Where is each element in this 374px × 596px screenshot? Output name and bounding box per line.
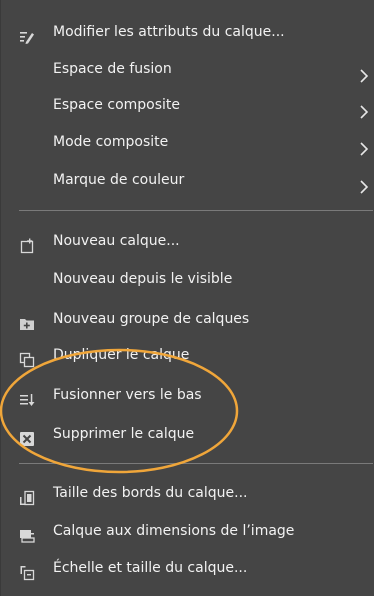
scale-layer-icon	[19, 560, 35, 581]
menu-item-new-from-visible[interactable]: Nouveau depuis le visible	[1, 262, 374, 296]
new-layer-group-icon	[19, 311, 35, 330]
edit-attributes-icon	[19, 24, 35, 44]
menu-item-blend-space[interactable]: Espace de fusion	[1, 52, 374, 86]
menu-item-edit-layer-attributes[interactable]: Modifier les attributs du calque...	[1, 15, 374, 49]
chevron-right-icon	[359, 135, 369, 156]
menu-item-composite-space[interactable]: Espace composite	[1, 88, 374, 122]
menu-item-label: Nouveau depuis le visible	[53, 271, 233, 287]
new-layer-icon	[19, 233, 35, 254]
chevron-right-icon	[359, 98, 369, 119]
menu-item-composite-mode[interactable]: Mode composite	[1, 125, 374, 159]
menu-item-color-tag[interactable]: Marque de couleur	[1, 163, 374, 197]
menu-item-label: Échelle et taille du calque...	[53, 560, 248, 576]
menu-item-label: Fusionner vers le bas	[53, 387, 202, 403]
menu-item-scale-layer[interactable]: Échelle et taille du calque...	[1, 551, 374, 585]
chevron-right-icon	[359, 62, 369, 83]
menu-separator	[19, 210, 373, 211]
menu-item-merge-down[interactable]: Fusionner vers le bas	[1, 378, 374, 412]
menu-separator	[19, 463, 373, 464]
menu-item-layer-to-image-size[interactable]: Calque aux dimensions de l’image	[1, 514, 374, 548]
menu-item-new-layer[interactable]: Nouveau calque...	[1, 224, 374, 258]
layer-context-menu: Modifier les attributs du calque... Espa…	[0, 0, 374, 596]
menu-item-label: Mode composite	[53, 134, 169, 150]
menu-item-new-layer-group[interactable]: Nouveau groupe de calques	[1, 302, 374, 336]
menu-item-duplicate-layer[interactable]: Dupliquer le calque	[1, 338, 374, 372]
menu-item-label: Espace de fusion	[53, 61, 172, 77]
menu-item-label: Supprimer le calque	[53, 426, 195, 442]
chevron-right-icon	[359, 173, 369, 194]
menu-item-label: Modifier les attributs du calque...	[53, 24, 285, 40]
menu-item-label: Nouveau calque...	[53, 233, 180, 249]
menu-item-label: Nouveau groupe de calques	[53, 311, 250, 327]
layer-to-image-size-icon	[19, 523, 35, 543]
delete-layer-icon	[19, 426, 35, 446]
merge-down-icon	[19, 387, 35, 406]
menu-item-label: Marque de couleur	[53, 172, 185, 188]
duplicate-layer-icon	[19, 347, 35, 368]
menu-item-label: Calque aux dimensions de l’image	[53, 523, 295, 539]
menu-item-label: Espace composite	[53, 97, 181, 113]
menu-item-layer-boundary-size[interactable]: Taille des bords du calque...	[1, 476, 374, 510]
menu-item-delete-layer[interactable]: Supprimer le calque	[1, 417, 374, 451]
menu-item-label: Dupliquer le calque	[53, 347, 190, 363]
menu-item-label: Taille des bords du calque...	[53, 485, 248, 501]
layer-boundary-size-icon	[19, 485, 35, 506]
